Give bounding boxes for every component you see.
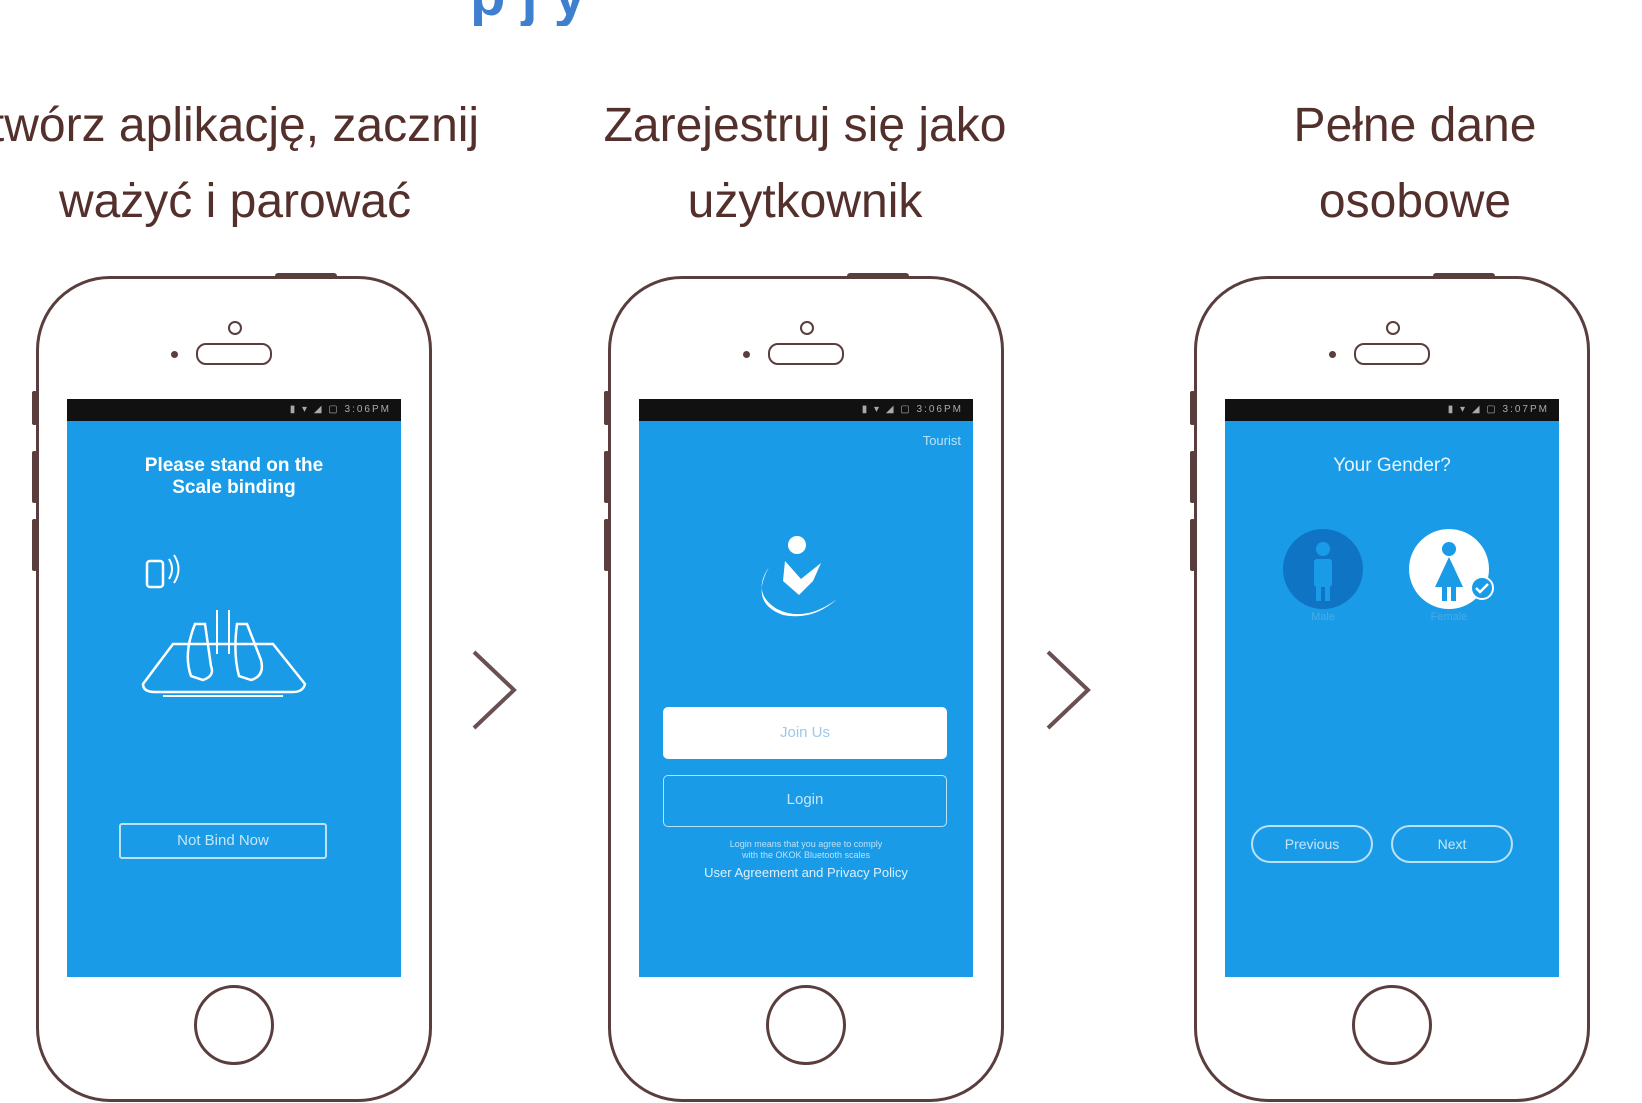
phone-screen-1: ▮ ▾ ◢ ▢ 3:06PM Please stand on the Scale… xyxy=(67,399,401,977)
sensor xyxy=(171,351,178,358)
power-button xyxy=(1433,273,1495,279)
home-button[interactable] xyxy=(766,985,846,1065)
step2-title: Zarejestruj się jako użytkownik xyxy=(590,88,1020,240)
side-button xyxy=(604,391,609,425)
camera-icon xyxy=(1386,321,1400,335)
step1-title-line1: twórz aplikację, zacznij xyxy=(0,99,480,152)
camera-icon xyxy=(228,321,242,335)
chevron-right-icon xyxy=(1046,650,1091,730)
chevron-right-icon xyxy=(472,650,517,730)
tourist-link[interactable]: Tourist xyxy=(639,433,961,448)
side-button xyxy=(604,451,609,503)
status-text: ▮ ▾ ◢ ▢ 3:07PM xyxy=(1447,404,1549,415)
step1-title: twórz aplikację, zacznij ważyć i parować xyxy=(0,88,500,240)
step3-title: Pełne dane osobowe xyxy=(1230,88,1600,240)
feet-on-scale-icon xyxy=(141,610,307,697)
sensor xyxy=(743,351,750,358)
bind-message: Please stand on the Scale binding xyxy=(67,455,401,499)
speaker-grille xyxy=(1354,343,1430,365)
step3-title-line1: Pełne dane xyxy=(1293,99,1537,152)
consent-line2: with the OKOK Bluetooth scales xyxy=(741,850,871,860)
side-button xyxy=(32,391,37,425)
side-button xyxy=(32,451,37,503)
camera-icon xyxy=(800,321,814,335)
user-agreement-link[interactable]: User Agreement and Privacy Policy xyxy=(639,865,973,880)
step1-title-line2: ważyć i parować xyxy=(58,175,412,228)
gender-question: Your Gender? xyxy=(1333,455,1451,476)
power-button xyxy=(275,273,337,279)
phone-mockup-2: ▮ ▾ ◢ ▢ 3:06PM Tourist Join Us Login Log… xyxy=(604,273,1004,1102)
phone-screen-2: ▮ ▾ ◢ ▢ 3:06PM Tourist Join Us Login Log… xyxy=(639,399,973,977)
sensor xyxy=(1329,351,1336,358)
login-button[interactable]: Login xyxy=(663,775,947,827)
login-consent-text: Login means that you agree to comply wit… xyxy=(639,839,973,861)
side-button xyxy=(1190,391,1195,425)
female-label: Female xyxy=(1430,611,1468,623)
step3-title-line2: osobowe xyxy=(1318,175,1512,228)
status-bar: ▮ ▾ ◢ ▢ 3:06PM xyxy=(67,399,401,421)
speaker-grille xyxy=(196,343,272,365)
home-button[interactable] xyxy=(1352,985,1432,1065)
consent-line1: Login means that you agree to comply xyxy=(729,839,883,849)
bind-message-line2: Scale binding xyxy=(172,477,296,498)
side-button xyxy=(1190,451,1195,503)
page-heading-cropped: p j y xyxy=(0,0,1642,26)
join-us-button[interactable]: Join Us xyxy=(663,707,947,759)
phone-signal-icon xyxy=(145,554,180,589)
status-bar: ▮ ▾ ◢ ▢ 3:07PM xyxy=(1225,399,1559,421)
bind-message-line1: Please stand on the xyxy=(144,455,324,476)
step2-title-line1: Zarejestruj się jako xyxy=(603,99,1007,152)
speaker-grille xyxy=(768,343,844,365)
side-button xyxy=(32,519,37,571)
male-label: Male xyxy=(1311,611,1335,623)
side-button xyxy=(1190,519,1195,571)
phone-screen-3: ▮ ▾ ◢ ▢ 3:07PM Your Gender? Male Female xyxy=(1225,399,1559,977)
next-button[interactable]: Next xyxy=(1391,825,1513,863)
home-button[interactable] xyxy=(194,985,274,1065)
phone-mockup-3: ▮ ▾ ◢ ▢ 3:07PM Your Gender? Male Female xyxy=(1190,273,1590,1102)
step2-title-line2: użytkownik xyxy=(687,175,923,228)
status-text: ▮ ▾ ◢ ▢ 3:06PM xyxy=(289,404,391,415)
not-bind-now-button[interactable]: Not Bind Now xyxy=(119,823,327,859)
previous-button[interactable]: Previous xyxy=(1251,825,1373,863)
page-heading: p j y xyxy=(470,0,586,26)
status-bar: ▮ ▾ ◢ ▢ 3:06PM xyxy=(639,399,973,421)
male-option[interactable] xyxy=(1283,529,1363,609)
male-icon xyxy=(1314,542,1332,601)
side-button xyxy=(604,519,609,571)
status-text: ▮ ▾ ◢ ▢ 3:06PM xyxy=(861,404,963,415)
checkmark-icon xyxy=(1470,576,1494,600)
power-button xyxy=(847,273,909,279)
app-logo-icon xyxy=(761,536,837,617)
phone-mockup-1: ▮ ▾ ◢ ▢ 3:06PM Please stand on the Scale… xyxy=(32,273,432,1102)
